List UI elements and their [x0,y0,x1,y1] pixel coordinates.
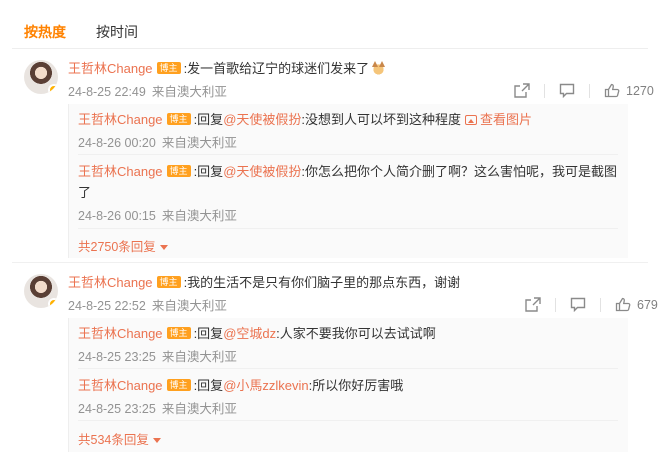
blogger-badge: 博主 [166,113,191,125]
comment-2-actions: 679 [525,297,658,312]
reply-2-1-body: 王哲林Change 博主:回复@空城dz:人家不要我你可以去试试啊 [78,325,436,343]
blogger-badge: 博主 [156,276,181,288]
avatar[interactable] [24,60,58,94]
reply-text: :你怎么把你个人简介删了啊？这么害怕呢，我可是截图 [301,164,618,179]
comment-1-body: 王哲林Change 博主:发一首歌给辽宁的球迷们发来了 [68,60,387,78]
action-divider [589,83,590,98]
more-replies-link[interactable]: 共534条回复 [78,429,161,448]
comment-1-actions: 1270 [514,83,654,98]
more-replies-label: 共2750条回复 [78,240,156,254]
reply-divider [78,368,618,369]
like-button[interactable]: 1270 [604,83,654,98]
blogger-badge: 博主 [156,62,181,74]
action-divider [600,297,601,312]
verified-icon [48,298,58,308]
reply-text: :人家不要我你可以去试试啊 [276,326,436,341]
comment-text: :发一首歌给辽宁的球迷们发来了 [183,61,370,76]
comment-author[interactable]: 王哲林Change [68,275,153,290]
reply-divider [78,228,618,229]
reply-2-1-meta: 24-8-25 23:25 来自澳大利亚 [78,349,237,365]
comment-source: 来自澳大利亚 [151,85,227,99]
comment-source: 来自澳大利亚 [151,299,227,313]
share-icon[interactable] [525,297,541,312]
tab-by-hot[interactable]: 按热度 [24,22,66,42]
reply-author[interactable]: 王哲林Change [78,378,163,393]
reply-divider [78,154,618,155]
sort-tabs: 按热度 按时间 [24,22,138,42]
reply-author[interactable]: 王哲林Change [78,164,163,179]
comment-icon[interactable] [559,83,575,98]
reply-author[interactable]: 王哲林Change [78,112,163,127]
mention-link[interactable]: @天使被假扮 [223,112,301,127]
reply-prefix: :回复 [193,164,224,179]
comment-text: :我的生活不是只有你们脑子里的那点东西，谢谢 [183,275,461,290]
reply-time: 24-8-25 23:25 [78,402,156,416]
more-replies-link[interactable]: 共2750条回复 [78,236,168,255]
reply-text: :所以你好厉害哦 [308,378,404,393]
reply-2-2-meta: 24-8-25 23:25 来自澳大利亚 [78,401,237,417]
reply-1-2-body: 王哲林Change 博主:回复@天使被假扮:你怎么把你个人简介删了啊？这么害怕呢，… [78,163,617,181]
thumbs-up-icon [615,297,631,312]
blogger-badge: 博主 [166,379,191,391]
reply-prefix: :回复 [193,326,224,341]
reply-source: 来自澳大利亚 [161,136,237,150]
reply-1-2-body-cont: 了 [78,184,91,202]
avatar[interactable] [24,274,58,308]
blogger-badge: 博主 [166,165,191,177]
like-count: 1270 [626,83,654,98]
reply-prefix: :回复 [193,112,224,127]
caret-down-icon [159,245,168,250]
like-button[interactable]: 679 [615,297,658,312]
action-divider [555,297,556,312]
comment-2-meta: 24-8-25 22:52 来自澳大利亚 [68,298,227,314]
share-icon[interactable] [514,83,530,98]
reply-time: 24-8-25 23:25 [78,350,156,364]
reply-source: 来自澳大利亚 [161,350,237,364]
reply-1-1-body: 王哲林Change 博主:回复@天使被假扮:没想到人可以坏到这种程度 查看图片 [78,111,532,129]
comment-author[interactable]: 王哲林Change [68,61,153,76]
tabs-divider [12,48,648,49]
blogger-badge: 博主 [166,327,191,339]
reply-time: 24-8-26 00:15 [78,209,156,223]
caret-down-icon [152,438,161,443]
like-count: 679 [637,297,658,312]
comment-2-body: 王哲林Change 博主:我的生活不是只有你们脑子里的那点东西，谢谢 [68,274,460,292]
more-replies-label: 共534条回复 [78,433,149,447]
verified-icon [48,84,58,94]
comment-time: 24-8-25 22:49 [68,85,146,99]
reply-1-1-meta: 24-8-26 00:20 来自澳大利亚 [78,135,237,151]
reply-source: 来自澳大利亚 [161,209,237,223]
mention-link[interactable]: @天使被假扮 [223,164,301,179]
comment-time: 24-8-25 22:52 [68,299,146,313]
image-icon [465,115,478,125]
tab-by-time[interactable]: 按时间 [96,22,138,42]
mention-link[interactable]: @空城dz [223,326,276,341]
mention-link[interactable]: @小馬zzlkevin [223,378,308,393]
reply-text: :没想到人可以坏到这种程度 [301,112,462,127]
thumbs-up-icon [604,83,620,98]
reply-author[interactable]: 王哲林Change [78,326,163,341]
reply-2-2-body: 王哲林Change 博主:回复@小馬zzlkevin:所以你好厉害哦 [78,377,403,395]
comment-icon[interactable] [570,297,586,312]
cat-emoji-icon [371,61,387,75]
reply-text-continued: 了 [78,185,92,200]
action-divider [544,83,545,98]
comment-divider [12,262,648,263]
comment-1-meta: 24-8-25 22:49 来自澳大利亚 [68,84,227,100]
reply-source: 来自澳大利亚 [161,402,237,416]
reply-time: 24-8-26 00:20 [78,136,156,150]
reply-prefix: :回复 [193,378,224,393]
reply-divider [78,420,618,421]
view-image-link[interactable]: 查看图片 [480,112,532,127]
reply-1-2-meta: 24-8-26 00:15 来自澳大利亚 [78,208,237,224]
